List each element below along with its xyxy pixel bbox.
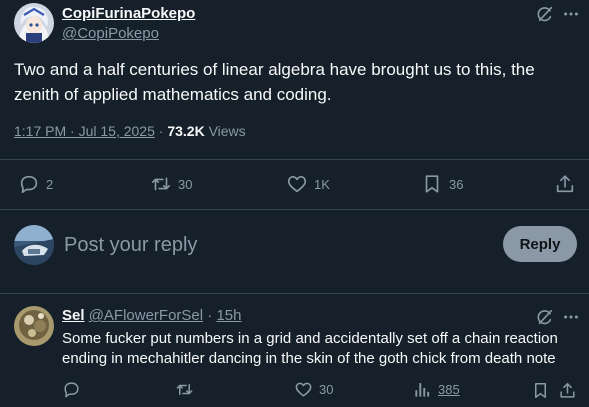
- author-display-name[interactable]: CopiFurinaPokepo: [62, 5, 195, 22]
- more-icon[interactable]: [560, 306, 582, 328]
- repost-icon: [175, 380, 194, 399]
- reply-reply-action[interactable]: [62, 380, 87, 399]
- like-icon: [286, 173, 308, 195]
- reply-author-handle[interactable]: @AFlowerForSel: [89, 307, 203, 324]
- post-text: Two and a half centuries of linear algeb…: [14, 60, 535, 104]
- reply-views-count: 385: [438, 382, 460, 397]
- repost-action[interactable]: 30: [150, 173, 192, 195]
- share-icon[interactable]: [557, 380, 577, 400]
- reply-count: 2: [46, 176, 54, 192]
- views-label: Views: [204, 123, 246, 139]
- divider: [0, 209, 589, 210]
- user-avatar[interactable]: [14, 225, 54, 265]
- reply-action[interactable]: 2: [18, 173, 53, 195]
- bookmark-action[interactable]: 36: [421, 173, 463, 195]
- like-count: 1K: [314, 176, 330, 192]
- meta-separator: ·: [154, 123, 168, 139]
- reply-views-action[interactable]: 385: [413, 380, 460, 399]
- reply-timestamp[interactable]: 15h: [216, 307, 241, 324]
- reply-author-name[interactable]: Sel: [62, 307, 85, 324]
- repost-icon: [150, 173, 172, 195]
- post-timestamp[interactable]: 1:17 PM · Jul 15, 2025: [14, 123, 155, 139]
- reply-icon: [18, 173, 40, 195]
- grok-icon[interactable]: [534, 3, 556, 25]
- reply-like-action[interactable]: 30: [294, 380, 333, 399]
- bookmark-icon[interactable]: [530, 380, 550, 400]
- more-icon[interactable]: [560, 3, 582, 25]
- like-icon: [294, 380, 313, 399]
- repost-count: 30: [178, 176, 193, 192]
- views-count: 73.2K: [167, 123, 205, 139]
- divider: [0, 293, 589, 294]
- post-meta: 1:17 PM · Jul 15, 2025 · 73.2K Views: [14, 123, 246, 139]
- author-handle[interactable]: @CopiPokepo: [62, 25, 159, 42]
- like-action[interactable]: 1K: [286, 173, 330, 195]
- reply-button[interactable]: Reply: [503, 226, 577, 262]
- grok-icon[interactable]: [534, 306, 556, 328]
- reply-author-avatar[interactable]: [14, 306, 54, 346]
- post-thread: CopiFurinaPokepo @CopiPokepo Two and a h…: [0, 0, 589, 407]
- reply-input[interactable]: [64, 230, 484, 260]
- bookmark-count: 36: [449, 176, 464, 192]
- author-avatar[interactable]: [14, 3, 54, 43]
- bookmark-icon: [421, 173, 443, 195]
- reply-header: Sel @AFlowerForSel · 15h: [62, 307, 241, 324]
- reply-icon: [62, 380, 81, 399]
- reply-separator: ·: [203, 307, 217, 324]
- views-icon: [413, 380, 432, 399]
- reply-like-count: 30: [319, 382, 334, 397]
- share-icon[interactable]: [553, 173, 577, 195]
- reply-repost-action[interactable]: [175, 380, 200, 399]
- reply-text: Some fucker put numbers in a grid and ac…: [62, 330, 558, 367]
- divider: [0, 159, 589, 160]
